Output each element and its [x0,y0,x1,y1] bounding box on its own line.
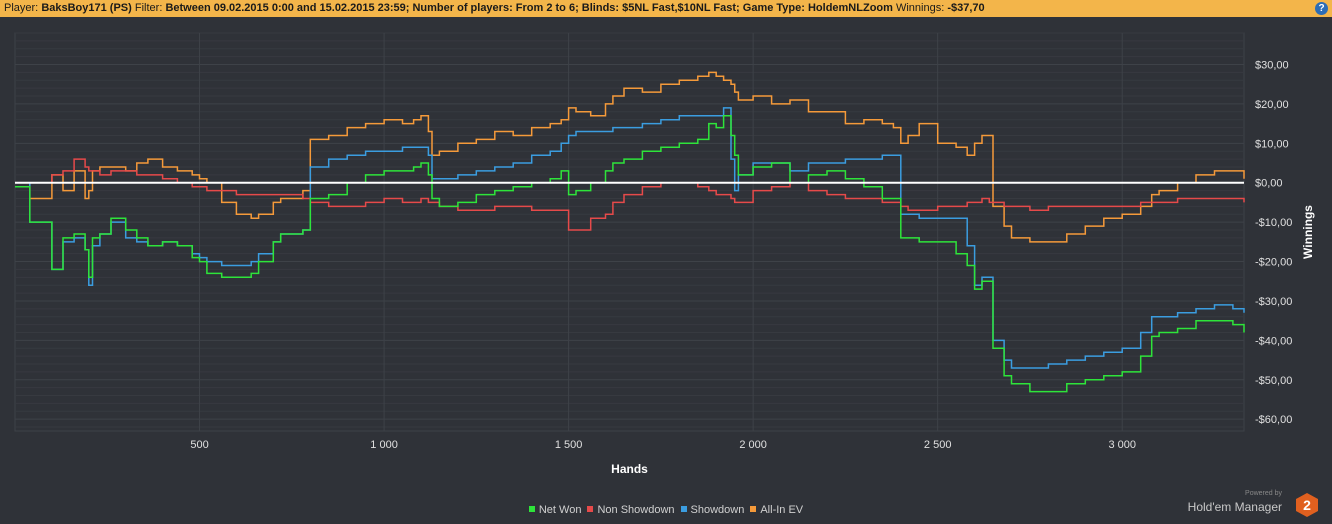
y-tick-label: $10,00 [1255,138,1289,150]
y-axis-label: Winnings [1301,205,1315,259]
player-label: Player: [4,2,39,14]
x-axis-label: Hands [611,462,648,476]
legend-label: Net Won [538,504,582,516]
x-tick-label: 2 500 [924,439,952,451]
legend-item[interactable]: Non Showdown [587,504,675,516]
x-tick-label: 1 500 [555,439,583,451]
grid-lines [14,32,1245,432]
y-tick-label: $30,00 [1255,60,1289,72]
legend-item[interactable]: Net Won [528,504,582,516]
powered-by-text: Powered by [1245,490,1282,497]
filter-header-bar: Player: BaksBoy171 (PS) Filter: Between … [0,0,1332,17]
badge-number: 2 [1303,497,1311,513]
filter-summary: Player: BaksBoy171 (PS) Filter: Between … [4,0,985,17]
legend-item[interactable]: Showdown [680,504,745,516]
y-tick-label: -$10,00 [1255,217,1292,229]
x-tick-label: 500 [190,439,208,451]
legend-swatch [680,506,687,512]
help-icon[interactable]: ? [1315,2,1328,15]
y-tick-label: -$40,00 [1255,335,1292,347]
legend-swatch [528,506,535,512]
legend-label: Showdown [690,504,745,516]
chart-legend: Net Won Non Showdown Showdown All-In EV [0,504,1332,516]
x-tick-label: 2 000 [739,439,767,451]
filter-value: Between 09.02.2015 0:00 and 15.02.2015 2… [165,2,893,14]
y-axis-ticks: $30,00 $20,00 $10,00 $0,00 -$10,00 -$20,00 -$3… [1255,60,1292,427]
legend-item[interactable]: All-In EV [750,504,803,516]
x-tick-label: 1 000 [370,439,398,451]
x-tick-label: 3 000 [1108,439,1136,451]
legend-label: Non Showdown [597,504,675,516]
legend-swatch [750,506,757,512]
winnings-value: -$37,70 [947,2,985,14]
brand-name: Hold'em Manager [1187,500,1282,514]
legend-swatch [587,506,594,512]
y-tick-label: -$20,00 [1255,257,1292,269]
y-tick-label: -$60,00 [1255,414,1292,426]
winnings-label: Winnings: [895,2,945,14]
winnings-graph: $30,00 $20,00 $10,00 $0,00 -$10,00 -$20,00 -$3… [14,32,1315,476]
y-tick-label: -$50,00 [1255,375,1292,387]
x-axis-ticks: 500 1 000 1 500 2 000 2 500 3 000 [190,439,1136,451]
filter-label: Filter: [134,2,163,14]
y-tick-label: $0,00 [1255,178,1283,190]
player-value: BaksBoy171 (PS) [41,2,132,14]
y-tick-label: -$30,00 [1255,296,1292,308]
hm2-badge-icon: 2 [1296,493,1318,517]
brand-logo: Powered by Hold'em Manager 2 [1170,490,1320,520]
legend-label: All-In EV [760,504,804,516]
y-tick-label: $20,00 [1255,99,1289,111]
